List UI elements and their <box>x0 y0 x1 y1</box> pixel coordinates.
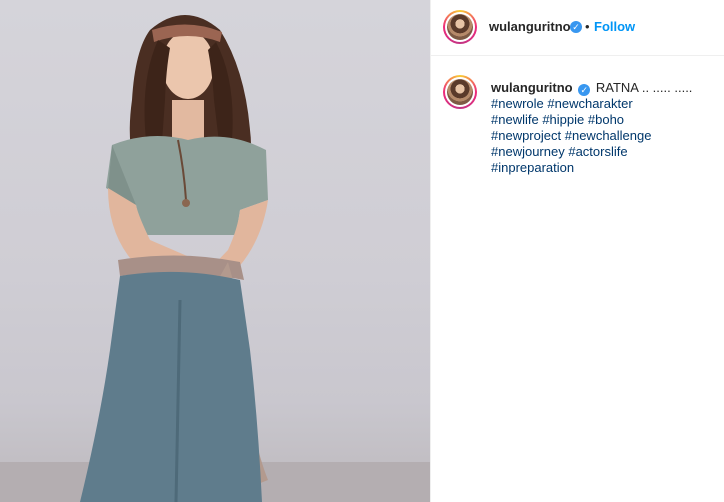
caption-hashtags: #newrole #newcharakter #newlife #hippie … <box>491 96 711 176</box>
hashtag-link[interactable]: #newchallenge <box>565 128 652 143</box>
caption-line: wulanguritno ✓ RATNA .. ..... ..... <box>491 80 711 96</box>
post-image-illustration <box>0 15 430 502</box>
hashtag-link[interactable]: #newcharakter <box>547 96 632 111</box>
hashtag-link[interactable]: #newrole <box>491 96 544 111</box>
hashtag-link[interactable]: #inpreparation <box>491 160 574 175</box>
post-header: wulanguritno ✓ • Follow <box>431 0 724 56</box>
hashtag-link[interactable]: #boho <box>588 112 624 127</box>
hashtag-link[interactable]: #actorslife <box>568 144 627 159</box>
post-side-panel: wulanguritno ✓ • Follow wulanguritno ✓ R… <box>430 0 724 502</box>
caption-text: RATNA .. ..... ..... <box>595 80 693 95</box>
verified-badge-icon: ✓ <box>578 84 591 96</box>
author-avatar[interactable] <box>443 10 477 44</box>
post-photo[interactable] <box>0 0 430 502</box>
hashtag-link[interactable]: #hippie <box>542 112 584 127</box>
author-username[interactable]: wulanguritno <box>489 19 571 34</box>
hashtag-link[interactable]: #newproject <box>491 128 561 143</box>
hashtag-link[interactable]: #newlife <box>491 112 539 127</box>
hashtag-link[interactable]: #newjourney <box>491 144 565 159</box>
caption-username[interactable]: wulanguritno <box>491 80 573 95</box>
verified-badge-icon: ✓ <box>570 21 582 33</box>
caption-avatar[interactable] <box>443 75 477 109</box>
separator-dot: • <box>585 19 590 34</box>
follow-button[interactable]: Follow <box>594 19 635 34</box>
